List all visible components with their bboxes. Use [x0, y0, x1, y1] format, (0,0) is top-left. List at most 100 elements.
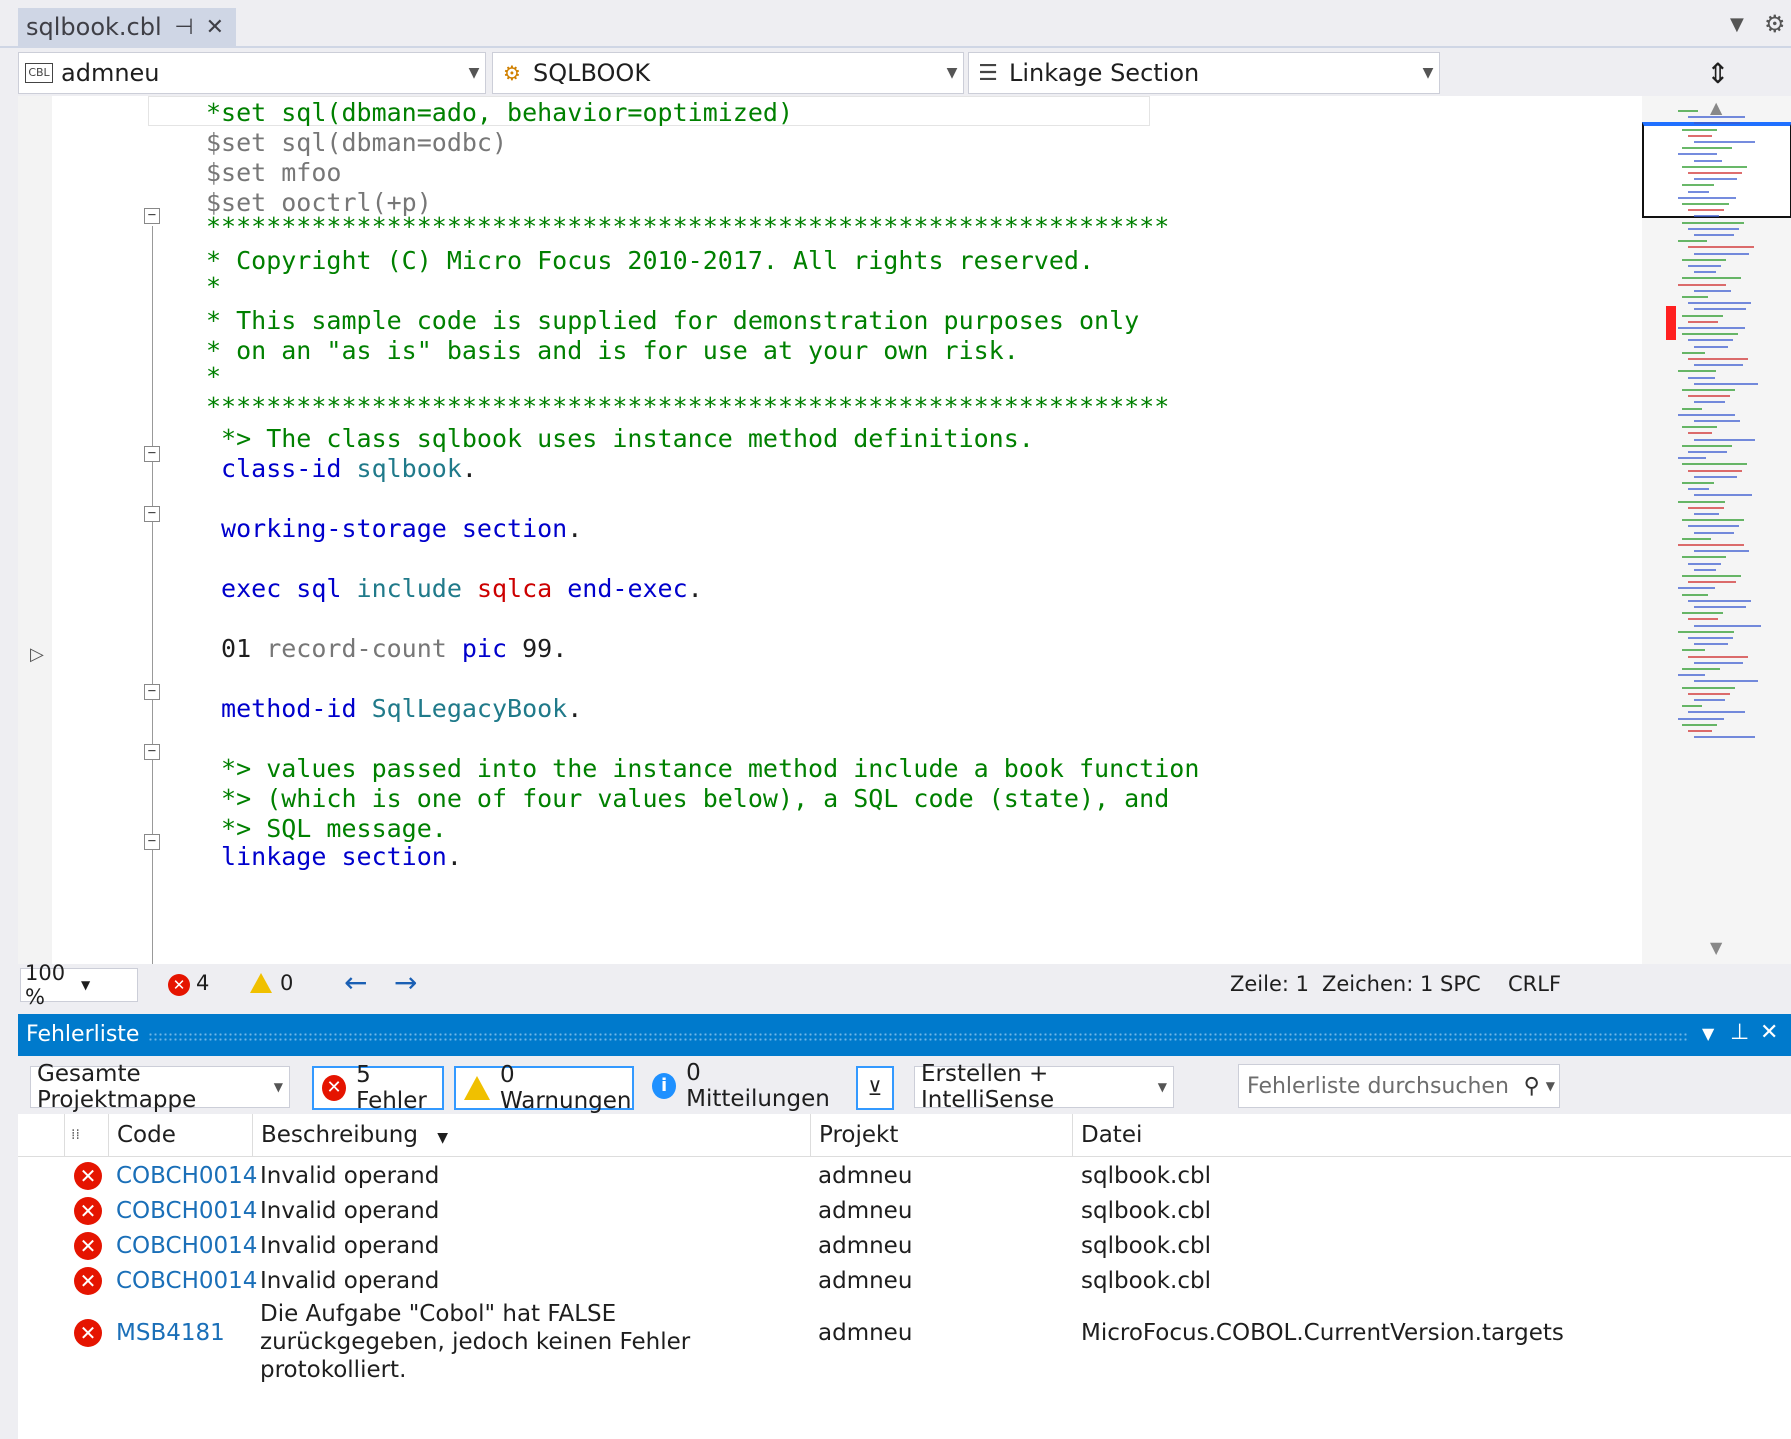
code-editor[interactable]: ▷ − − − − − − *set sql(dbman=ado, behavi… [18, 96, 1642, 964]
error-list-search-input[interactable]: Fehlerliste durchsuchen ⚲ ▼ [1238, 1064, 1560, 1108]
error-code-link[interactable]: COBCH0014 [116, 1162, 257, 1190]
warning-count-indicator[interactable]: 0 [250, 971, 293, 995]
ruler-code-line [1688, 506, 1724, 509]
ruler-code-line [1688, 599, 1751, 602]
warning-count: 0 [280, 971, 294, 995]
overview-ruler[interactable]: ▲ ▼ [1642, 96, 1791, 964]
window-position-dropdown-icon[interactable]: ▼ [1702, 1024, 1714, 1043]
table-row[interactable]: ✕ COBCH0014 Invalid operand admneu sqlbook.c… [18, 1193, 1791, 1228]
scroll-up-icon[interactable]: ▲ [1710, 98, 1722, 117]
code-line[interactable]: *> values passed into the instance metho… [206, 752, 1199, 786]
code-line[interactable]: * Copyright (C) Micro Focus 2010-2017. A… [206, 244, 1094, 278]
code-line[interactable]: $set mfoo [206, 156, 341, 190]
ruler-code-line [1682, 463, 1747, 466]
code-token: * on an "as is" basis and is for use at … [206, 336, 1019, 365]
ruler-code-line [1682, 426, 1717, 429]
code-line[interactable]: exec sql include sqlca end-exec. [206, 572, 703, 606]
sort-descending-icon: ▼ [437, 1130, 449, 1146]
build-filter-dropdown[interactable]: Erstellen + IntelliSense ▼ [914, 1061, 1174, 1113]
code-line[interactable]: linkage section. [206, 840, 462, 874]
previous-issue-arrow-icon[interactable]: ← [344, 966, 367, 999]
code-line[interactable]: * This sample code is supplied for demon… [206, 304, 1139, 338]
table-row[interactable]: ✕ COBCH0014 Invalid operand admneu sqlbook.c… [18, 1263, 1791, 1298]
pin-icon[interactable]: ⊥ [1730, 1020, 1749, 1045]
ruler-code-line [1678, 413, 1735, 416]
column-chooser-icon[interactable]: ⁞⁞ [64, 1114, 111, 1156]
ruler-code-line [1694, 606, 1746, 608]
code-line[interactable]: class-id sqlbook. [206, 452, 477, 486]
whitespace-indicator[interactable]: SPC [1440, 972, 1481, 996]
column-header-code[interactable]: Code [108, 1114, 253, 1156]
code-line[interactable]: ****************************************… [206, 210, 1169, 244]
messages-filter-button[interactable]: i 0 Mitteilungen [644, 1060, 840, 1112]
error-file: sqlbook.cbl [1081, 1232, 1211, 1259]
code-token: sqlca [461, 574, 553, 603]
document-tab-sqlbook[interactable]: sqlbook.cbl ⊣ ✕ [18, 8, 236, 46]
error-code-link[interactable]: MSB4181 [116, 1319, 246, 1347]
code-line[interactable]: * [206, 270, 221, 304]
error-icon: ✕ [322, 1075, 347, 1101]
scroll-down-icon[interactable]: ▼ [1710, 938, 1722, 957]
ruler-code-line [1688, 711, 1745, 714]
error-code-link[interactable]: COBCH0014 [116, 1232, 257, 1260]
project-dropdown[interactable]: CBL admneu ▼ [18, 52, 486, 94]
ruler-code-line [1688, 190, 1709, 193]
char-indicator[interactable]: Zeichen: 1 [1322, 972, 1433, 996]
ruler-code-line [1694, 568, 1716, 571]
column-header-description[interactable]: Beschreibung ▼ [252, 1114, 811, 1156]
table-row[interactable]: ✕ COBCH0014 Invalid operand admneu sqlbook.c… [18, 1228, 1791, 1263]
errors-filter-button[interactable]: ✕ 5 Fehler [312, 1062, 444, 1114]
warnings-filter-button[interactable]: 0 Warnungen [454, 1062, 634, 1114]
split-window-icon[interactable]: ⇕ [1645, 52, 1791, 94]
code-token: class-id [206, 454, 342, 483]
error-code-link[interactable]: COBCH0014 [116, 1197, 257, 1225]
column-header-description-label: Beschreibung [261, 1122, 418, 1148]
code-line[interactable]: *> The class sqlbook uses instance metho… [206, 422, 1034, 456]
breakpoint-gutter[interactable] [18, 96, 52, 964]
zoom-dropdown[interactable]: 100 % ▼ [20, 961, 138, 1009]
tab-overflow-chevron-icon[interactable]: ▼ [1730, 14, 1744, 35]
code-line[interactable]: *set sql(dbman=ado, behavior=optimized) [206, 96, 793, 130]
error-project: admneu [818, 1197, 913, 1224]
close-icon[interactable]: ✕ [1760, 1020, 1778, 1045]
ruler-error-marker[interactable] [1666, 306, 1676, 340]
code-line[interactable]: *> (which is one of four values below), … [206, 782, 1169, 816]
gear-icon[interactable]: ⚙ [1764, 10, 1786, 38]
column-header-file[interactable]: Datei [1072, 1114, 1781, 1156]
class-dropdown[interactable]: ⚙ SQLBOOK ▼ [492, 52, 964, 94]
code-text-area[interactable]: *set sql(dbman=ado, behavior=optimized) $… [148, 96, 1199, 964]
code-token: 99. [507, 634, 568, 663]
ruler-code-line [1682, 389, 1735, 391]
code-line[interactable]: working-storage section. [206, 512, 582, 546]
ruler-code-line [1688, 525, 1739, 528]
code-line[interactable]: ****************************************… [206, 390, 1169, 424]
ruler-code-line [1682, 314, 1723, 317]
next-issue-arrow-icon[interactable]: → [394, 966, 417, 999]
error-list-title-bar[interactable]: Fehlerliste ▼ ⊥ ✕ [18, 1014, 1791, 1056]
close-icon[interactable]: ✕ [206, 15, 224, 40]
ruler-code-line [1678, 327, 1745, 329]
code-line[interactable]: * [206, 360, 221, 394]
table-row[interactable]: ✕ MSB4181 Die Aufgabe "Cobol" hat FALSE zu… [18, 1298, 1791, 1383]
column-header-project[interactable]: Projekt [810, 1114, 1069, 1156]
code-line[interactable]: method-id SqlLegacyBook. [206, 692, 582, 726]
ruler-code-line [1694, 438, 1755, 441]
error-count-indicator[interactable]: ✕ 4 [168, 971, 209, 996]
filter-clear-icon[interactable]: ⊻ [856, 1066, 894, 1110]
expand-arrow-icon[interactable]: ▷ [30, 644, 44, 665]
error-code-link[interactable]: COBCH0014 [116, 1267, 257, 1295]
pin-icon[interactable]: ⊣ [174, 15, 193, 40]
ruler-code-line [1682, 723, 1717, 726]
table-row[interactable]: ✕ COBCH0014 Invalid operand admneu sqlbook.c… [18, 1158, 1791, 1193]
line-indicator[interactable]: Zeile: 1 [1230, 972, 1309, 996]
ruler-code-line [1694, 382, 1758, 385]
code-line[interactable]: 01 record-count pic 99. [206, 632, 567, 666]
search-icon[interactable]: ⚲ [1524, 1074, 1540, 1099]
code-line[interactable]: $set sql(dbman=odbc) [206, 126, 507, 160]
ruler-code-line [1688, 246, 1754, 249]
chevron-down-icon[interactable]: ▼ [1546, 1079, 1555, 1093]
line-ending-indicator[interactable]: CRLF [1508, 972, 1561, 996]
scope-dropdown[interactable]: Gesamte Projektmappe ▼ [30, 1061, 290, 1113]
code-line[interactable]: * on an "as is" basis and is for use at … [206, 334, 1019, 368]
section-dropdown[interactable]: ☰ Linkage Section ▼ [968, 52, 1440, 94]
